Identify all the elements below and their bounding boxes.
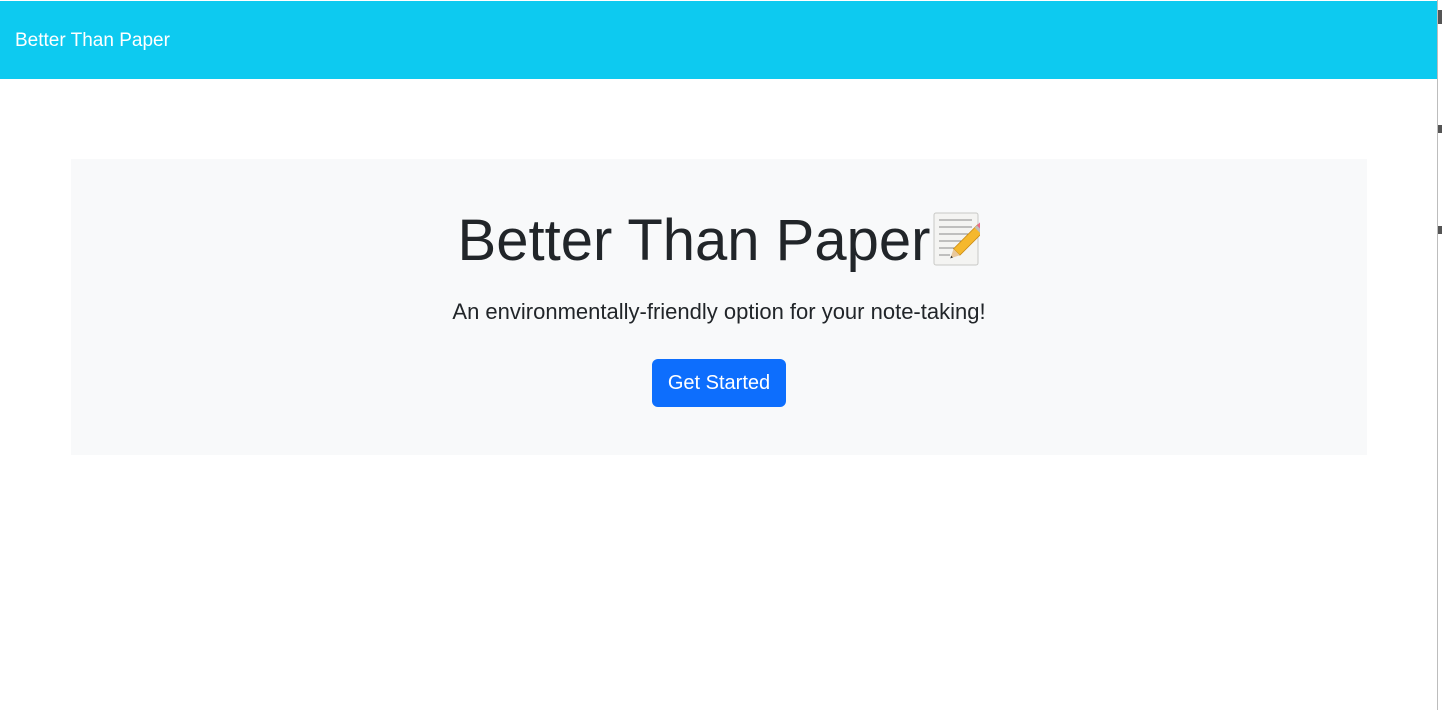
get-started-button[interactable]: Get Started xyxy=(652,359,786,407)
hero-subtitle: An environmentally-friendly option for y… xyxy=(452,299,986,324)
navbar: Better Than Paper xyxy=(0,1,1437,79)
window-edge-mark xyxy=(1438,10,1442,24)
hero-title-text: Better Than Paper xyxy=(457,208,931,273)
navbar-brand-link[interactable]: Better Than Paper xyxy=(15,31,170,50)
hero-title: Better Than Paper xyxy=(71,205,1367,277)
browser-viewport: Better Than Paper Better Than Paper An e… xyxy=(0,0,1438,710)
window-edge-mark xyxy=(1438,226,1442,234)
notepad-pencil-icon xyxy=(932,212,981,266)
hero-jumbotron: Better Than Paper An environmentally-fri… xyxy=(71,159,1367,455)
window-edge-mark xyxy=(1438,125,1442,133)
